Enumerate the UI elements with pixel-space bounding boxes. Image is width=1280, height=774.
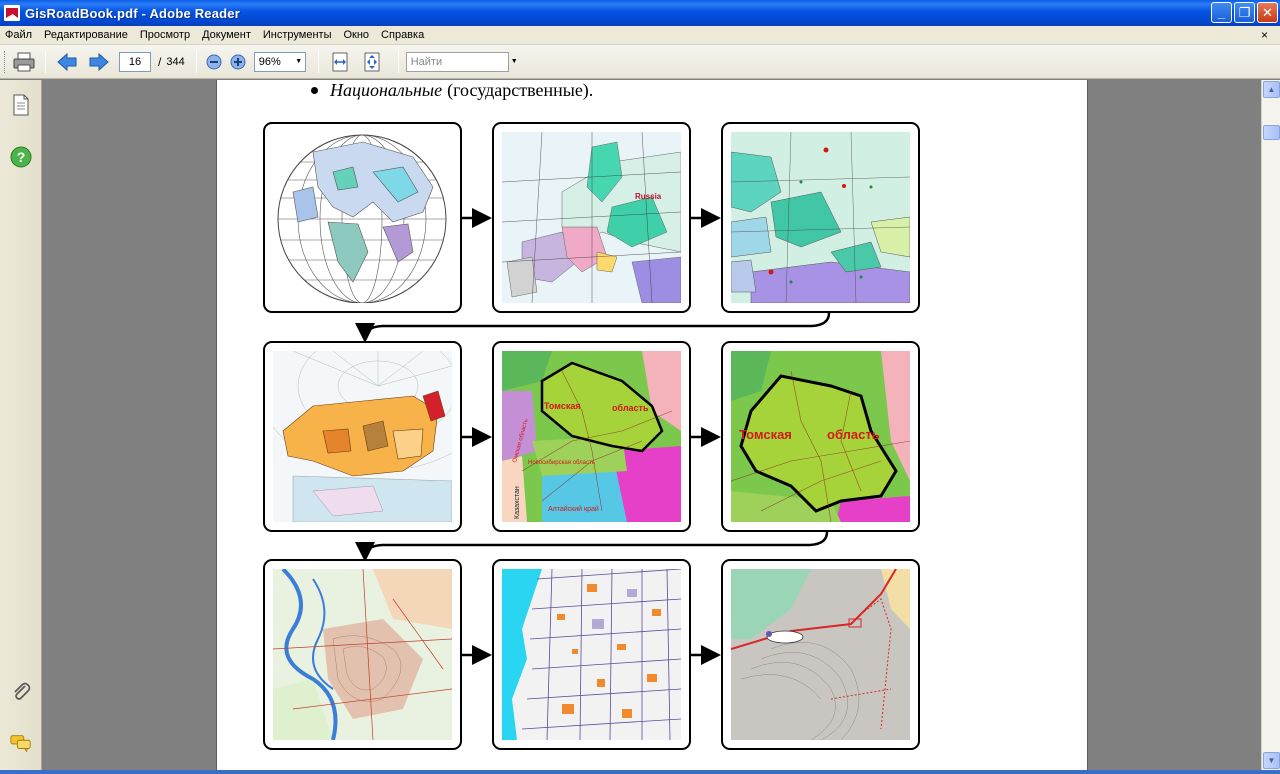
- label-kazakhstan: Казахстан: [514, 486, 521, 519]
- find-options-chevron-icon[interactable]: ▼: [511, 58, 521, 65]
- map-russia-regions: [263, 341, 462, 532]
- window-title: GisRoadBook.pdf - Adobe Reader: [25, 5, 240, 21]
- label-russia: Russia: [635, 192, 662, 201]
- minimize-button[interactable]: _: [1211, 2, 1232, 23]
- scroll-down-button[interactable]: ▼: [1263, 752, 1280, 769]
- vertical-scrollbar[interactable]: ▲ ▼: [1261, 80, 1280, 770]
- taskbar-edge: [0, 770, 1280, 774]
- fit-width-icon: [332, 52, 348, 71]
- tomsk-region-zoom-map-image: Томская область: [731, 351, 910, 522]
- page-total: 344: [166, 55, 185, 68]
- adobe-reader-window: GisRoadBook.pdf - Adobe Reader _ ❐ ✕ Фай…: [0, 0, 1280, 774]
- toolbar-separator: [397, 50, 399, 73]
- arrow-row1-row2: [355, 312, 831, 343]
- zoom-value: 96%: [258, 55, 281, 68]
- attachment-icon: [14, 682, 31, 700]
- toolbar-separator: [317, 50, 319, 73]
- pdf-app-icon: [4, 5, 20, 21]
- navigation-panel: ?: [0, 80, 42, 770]
- window-controls: _ ❐ ✕: [1211, 2, 1278, 23]
- menu-bar: Файл Редактирование Просмотр Документ Ин…: [0, 26, 1280, 45]
- toolbar-separator: [195, 50, 197, 73]
- pages-icon: [13, 94, 29, 116]
- zoom-in-icon: [230, 54, 246, 69]
- label-tomsk-large-1: Томская: [739, 427, 792, 442]
- restore-button[interactable]: ❐: [1234, 2, 1255, 23]
- tomsk-region-map-image: Томская область Новосибирская область Ом…: [502, 351, 681, 522]
- globe-map-image: [277, 134, 447, 303]
- map-russia-detail: [721, 122, 920, 313]
- chevron-down-icon[interactable]: ▼: [293, 53, 305, 71]
- toolbar-grip[interactable]: [4, 50, 8, 73]
- scroll-up-button[interactable]: ▲: [1263, 81, 1280, 98]
- toolbar: 16 / 344 96% ▼ Найти ▼: [0, 45, 1280, 79]
- site-plan-map-image: [731, 569, 910, 740]
- attachments-button[interactable]: [10, 681, 32, 703]
- menu-help[interactable]: Справка: [375, 29, 430, 41]
- title-bar: GisRoadBook.pdf - Adobe Reader _ ❐ ✕: [0, 0, 1280, 26]
- page-number-input[interactable]: 16: [119, 51, 151, 72]
- svg-text:?: ?: [17, 149, 26, 165]
- print-button[interactable]: [11, 49, 37, 75]
- label-tomsk-large-2: область: [827, 427, 880, 442]
- document-close-button[interactable]: ×: [1261, 28, 1268, 42]
- print-icon: [13, 52, 35, 71]
- page-separator: /: [158, 54, 162, 69]
- map-site-plan: [721, 559, 920, 750]
- zoom-select[interactable]: 96% ▼: [253, 51, 306, 72]
- map-city-plan: [492, 559, 691, 750]
- map-tomsk-region-small: Томская область Новосибирская область Ом…: [492, 341, 691, 532]
- help-icon: ?: [10, 146, 32, 168]
- pdf-page: Национальные (государственные). Russia Т…: [216, 80, 1088, 770]
- menu-edit[interactable]: Редактирование: [38, 29, 134, 41]
- zoom-in-button[interactable]: [228, 49, 248, 75]
- city-plan-map-image: [502, 569, 681, 740]
- zoom-out-button[interactable]: [204, 49, 224, 75]
- label-novosibirsk: Новосибирская область: [528, 460, 595, 466]
- scroll-thumb[interactable]: [1263, 125, 1280, 140]
- toolbar-separator: [45, 50, 46, 73]
- label-tomsk-small-2: область: [612, 403, 649, 413]
- previous-page-button[interactable]: [54, 49, 80, 75]
- zoom-out-icon: [206, 54, 222, 69]
- fit-page-icon: [364, 52, 380, 71]
- russia-detail-map-image: [731, 132, 910, 303]
- comments-icon: [10, 735, 31, 753]
- topographic-map-image: [273, 569, 452, 740]
- menu-tools[interactable]: Инструменты: [257, 29, 338, 41]
- label-altai: Алтайский край: [548, 505, 599, 513]
- europe-map-image: Russia: [502, 132, 681, 303]
- menu-document[interactable]: Документ: [196, 29, 257, 41]
- fit-page-button[interactable]: [359, 49, 385, 75]
- menu-file[interactable]: Файл: [0, 29, 38, 41]
- comments-button[interactable]: [10, 732, 32, 754]
- arrow-row2-row3: [355, 531, 829, 562]
- fit-width-button[interactable]: [327, 49, 353, 75]
- next-page-button[interactable]: [86, 49, 112, 75]
- next-page-icon: [89, 52, 109, 71]
- pages-button[interactable]: [10, 94, 32, 116]
- menu-view[interactable]: Просмотр: [134, 29, 196, 41]
- document-area: Национальные (государственные). Russia Т…: [43, 80, 1261, 770]
- map-europe: Russia: [492, 122, 691, 313]
- prev-page-icon: [57, 52, 77, 71]
- label-tomsk-small-1: Томская: [544, 401, 581, 411]
- map-topographic: [263, 559, 462, 750]
- menu-window[interactable]: Окно: [337, 29, 375, 41]
- map-tomsk-region-large: Томская область: [721, 341, 920, 532]
- find-input[interactable]: Найти: [405, 51, 509, 72]
- map-globe: [263, 122, 462, 313]
- help-button[interactable]: ?: [10, 146, 32, 168]
- russia-regions-map-image: [273, 351, 452, 522]
- close-button[interactable]: ✕: [1257, 2, 1278, 23]
